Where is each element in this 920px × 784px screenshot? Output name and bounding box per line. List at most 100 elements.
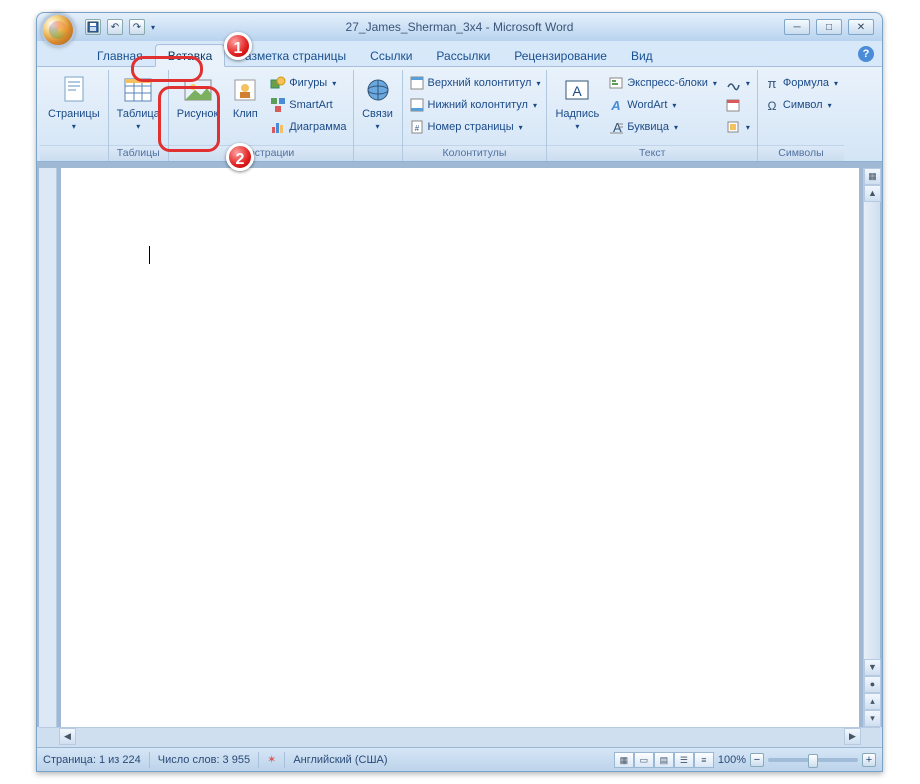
proofing-icon[interactable]: ✶ (267, 753, 276, 766)
browse-object-icon[interactable]: ● (864, 676, 881, 693)
horizontal-scrollbar[interactable]: ◀ ▶ (59, 728, 861, 747)
group-label-text: Текст (547, 145, 756, 161)
tab-insert[interactable]: Вставка (155, 44, 226, 67)
group-links: Связи ▾ (354, 70, 403, 161)
prev-page-button[interactable]: ▴ (864, 693, 881, 710)
wordart-button[interactable]: A WordArt▾ (606, 94, 719, 116)
maximize-button[interactable]: □ (816, 19, 842, 35)
scroll-h-track[interactable] (76, 728, 844, 747)
quickparts-icon (608, 75, 624, 91)
minimize-button[interactable]: ─ (784, 19, 810, 35)
equation-button[interactable]: π Формула▾ (762, 72, 840, 94)
svg-text:A: A (573, 83, 583, 99)
tab-references[interactable]: Ссылки (358, 45, 424, 66)
clip-icon (229, 74, 261, 106)
group-text: A Надпись ▾ Экспресс-блоки▾ A WordArt▾ (547, 70, 757, 161)
symbol-icon: Ω (764, 97, 780, 113)
horizontal-scroll-row: ◀ ▶ (39, 727, 880, 747)
shapes-button[interactable]: Фигуры▾ (268, 72, 348, 94)
scroll-track[interactable] (864, 202, 880, 659)
smartart-icon (270, 97, 286, 113)
next-page-button[interactable]: ▾ (864, 710, 881, 727)
object-button[interactable]: ▾ (722, 116, 753, 138)
header-button[interactable]: Верхний колонтитул▾ (407, 72, 543, 94)
links-button[interactable]: Связи ▾ (358, 72, 398, 133)
group-pages: Страницы ▾ (40, 70, 109, 161)
ribbon-tabs: Главная Вставка Разметка страницы Ссылки… (37, 41, 882, 67)
redo-icon[interactable]: ↷ (129, 19, 145, 35)
signature-button[interactable]: ▾ (722, 72, 753, 94)
group-label-symbols: Символы (758, 145, 844, 161)
document-area: ▦ ▲ ▼ ● ▴ ▾ (37, 162, 882, 727)
header-icon (409, 75, 425, 91)
zoom-out-button[interactable]: − (750, 753, 764, 767)
equation-icon: π (764, 75, 780, 91)
group-label-illustrations: Иллюстрации (169, 145, 353, 161)
help-icon[interactable]: ? (858, 46, 874, 62)
group-illustrations: Рисунок Клип Фигуры▾ SmartArt (169, 70, 354, 161)
smartart-button[interactable]: SmartArt (268, 94, 348, 116)
dropcap-button[interactable]: A Буквица▾ (606, 116, 719, 138)
chart-button[interactable]: Диаграмма (268, 116, 348, 138)
signature-icon (725, 75, 741, 91)
page[interactable] (61, 168, 859, 727)
chart-icon (270, 119, 286, 135)
status-page[interactable]: Страница: 1 из 224 (43, 754, 141, 766)
view-draft[interactable]: ≡ (694, 752, 714, 768)
tab-view[interactable]: Вид (619, 45, 665, 66)
status-wordcount[interactable]: Число слов: 3 955 (158, 754, 250, 766)
ribbon: Страницы ▾ Таблица ▾ Таблицы (37, 67, 882, 162)
qat-dropdown-icon[interactable]: ▾ (151, 23, 155, 32)
footer-button[interactable]: Нижний колонтитул▾ (407, 94, 543, 116)
datetime-button[interactable] (722, 94, 753, 116)
tab-home[interactable]: Главная (85, 45, 155, 66)
zoom-slider[interactable] (768, 758, 858, 762)
tab-review[interactable]: Рецензирование (502, 45, 619, 66)
vertical-scrollbar[interactable]: ▦ ▲ ▼ ● ▴ ▾ (863, 168, 880, 727)
hyperlink-icon (362, 74, 394, 106)
scroll-up-button[interactable]: ▲ (864, 185, 881, 202)
close-button[interactable]: ✕ (848, 19, 874, 35)
scroll-ruler-toggle[interactable]: ▦ (864, 168, 881, 185)
statusbar: Страница: 1 из 224 Число слов: 3 955 ✶ А… (37, 747, 882, 771)
vertical-ruler[interactable] (39, 168, 57, 727)
chevron-down-icon: ▾ (575, 122, 579, 131)
textbox-icon: A (561, 74, 593, 106)
office-button[interactable] (41, 13, 75, 47)
clip-button[interactable]: Клип (225, 72, 265, 122)
chevron-down-icon: ▾ (72, 122, 76, 131)
status-language[interactable]: Английский (США) (293, 754, 387, 766)
view-buttons: ▦ ▭ ▤ ☰ ≡ (614, 752, 714, 768)
table-icon (122, 74, 154, 106)
tab-mailings[interactable]: Рассылки (424, 45, 502, 66)
shapes-icon (270, 75, 286, 91)
view-outline[interactable]: ☰ (674, 752, 694, 768)
pages-button[interactable]: Страницы ▾ (44, 72, 104, 133)
view-web[interactable]: ▤ (654, 752, 674, 768)
undo-icon[interactable]: ↶ (107, 19, 123, 35)
quickparts-button[interactable]: Экспресс-блоки▾ (606, 72, 719, 94)
group-tables: Таблица ▾ Таблицы (109, 70, 169, 161)
object-icon (725, 119, 741, 135)
scroll-left-button[interactable]: ◀ (59, 728, 76, 745)
group-headerfooter: Верхний колонтитул▾ Нижний колонтитул▾ #… (403, 70, 548, 161)
view-fullscreen[interactable]: ▭ (634, 752, 654, 768)
svg-text:Ω: Ω (767, 99, 776, 113)
page-icon (58, 74, 90, 106)
scroll-right-button[interactable]: ▶ (844, 728, 861, 745)
zoom-in-button[interactable]: + (862, 753, 876, 767)
scroll-down-button[interactable]: ▼ (864, 659, 881, 676)
titlebar: ↶ ↷ ▾ 27_James_Sherman_3x4 - Microsoft W… (37, 13, 882, 41)
zoom-level[interactable]: 100% (718, 754, 746, 766)
pagenumber-button[interactable]: # Номер страницы▾ (407, 116, 543, 138)
symbol-button[interactable]: Ω Символ▾ (762, 94, 840, 116)
document-viewport[interactable] (61, 168, 859, 727)
view-print-layout[interactable]: ▦ (614, 752, 634, 768)
footer-icon (409, 97, 425, 113)
textbox-button[interactable]: A Надпись ▾ (551, 72, 603, 133)
save-icon[interactable] (85, 19, 101, 35)
dropcap-icon: A (608, 119, 624, 135)
group-label-tables: Таблицы (109, 145, 168, 161)
table-button[interactable]: Таблица ▾ (113, 72, 164, 133)
picture-button[interactable]: Рисунок (173, 72, 223, 122)
